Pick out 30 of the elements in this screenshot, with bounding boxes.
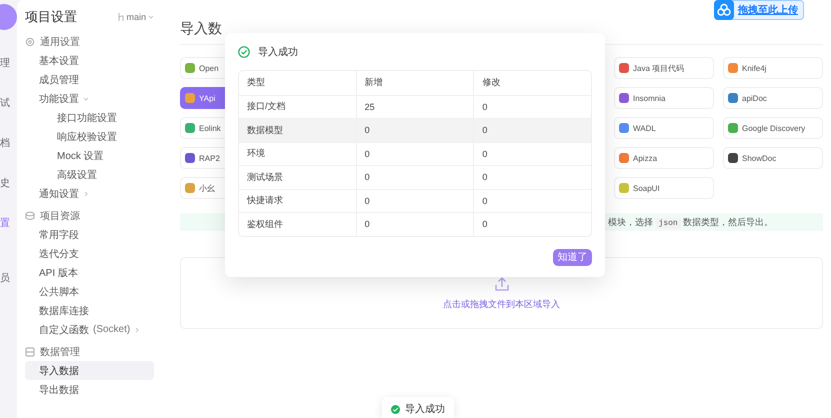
dialog-title: 导入成功 bbox=[258, 46, 298, 59]
column-header: 修改 bbox=[473, 71, 591, 94]
group-heading: 数据管理 bbox=[40, 346, 80, 358]
table-cell-text: 测试场景 bbox=[246, 170, 284, 184]
table-cell: 0 bbox=[473, 166, 591, 188]
group-heading: 通用设置 bbox=[40, 36, 80, 48]
toast: 导入成功 bbox=[382, 397, 454, 418]
table-cell: 0 bbox=[473, 213, 591, 236]
table-cell-text: 环境 bbox=[246, 147, 266, 160]
table-cell-text: 鉴权组件 bbox=[246, 218, 284, 231]
table-cell: 0 bbox=[473, 119, 591, 142]
column-header: 新增 bbox=[356, 71, 474, 94]
table-cell: 0 bbox=[473, 96, 591, 118]
table-cell: 0 bbox=[356, 213, 474, 236]
group-heading: 项目资源 bbox=[40, 210, 80, 222]
table-cell-text: 快捷请求 bbox=[246, 194, 284, 208]
sidebar-title: 项目设置 bbox=[25, 8, 77, 26]
page-title: 导入数 bbox=[180, 20, 222, 36]
column-header: 类型 bbox=[246, 76, 266, 90]
upload-text: 点击或拖拽文件到本区域导入 bbox=[443, 298, 560, 310]
table-cell: 0 bbox=[356, 166, 474, 188]
hint-text: 模块，选择 json 数据类型，然后导出。 bbox=[608, 216, 774, 228]
table-cell: 0 bbox=[356, 119, 474, 142]
table-cell: 0 bbox=[356, 142, 474, 165]
table-cell: 25 bbox=[356, 96, 474, 118]
table-cell: 0 bbox=[473, 190, 591, 212]
table-cell: 0 bbox=[356, 190, 474, 212]
table-cell-text: 接口/文档 bbox=[246, 100, 287, 114]
table-cell: 0 bbox=[473, 142, 591, 165]
table-cell: 数据模型 bbox=[239, 119, 356, 142]
